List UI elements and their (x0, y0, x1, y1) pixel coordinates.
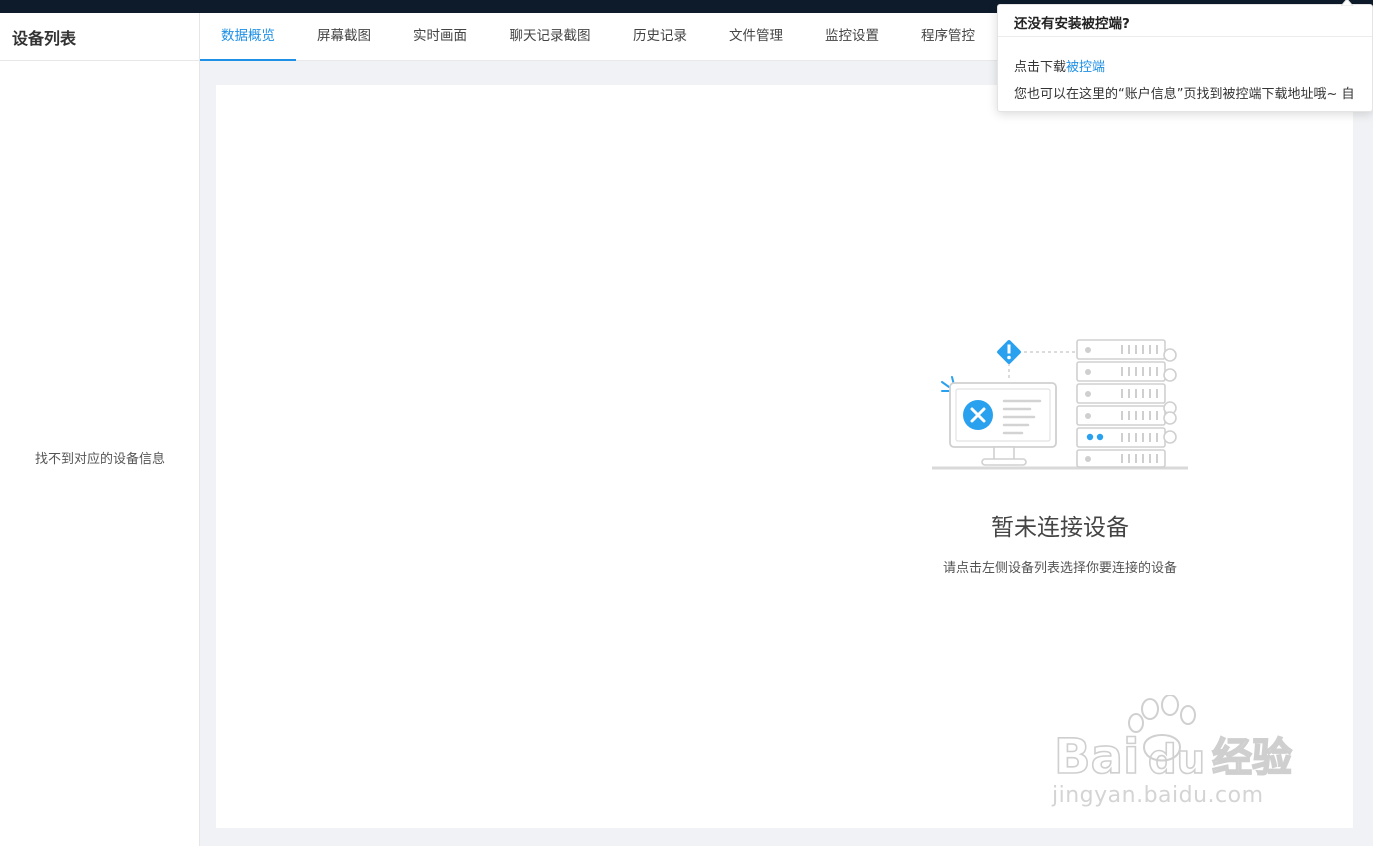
tab-data-overview[interactable]: 数据概览 (200, 13, 296, 61)
disconnected-device-illustration (932, 339, 1188, 470)
popover-download-prefix: 点击下载 (1014, 60, 1067, 75)
server-rack-icon (1076, 339, 1177, 468)
popover-account-hint-text: 您也可以在这里的“账户信息”页找到被控端下载地址哦~ (1014, 87, 1342, 102)
tab-screenshots[interactable]: 屏幕截图 (296, 13, 392, 61)
tab-file-manager[interactable]: 文件管理 (708, 13, 804, 61)
svg-text:du: du (1148, 737, 1205, 783)
watermark-url: jingyan.baidu.com (1052, 783, 1264, 808)
tab-monitor-settings[interactable]: 监控设置 (804, 13, 900, 61)
tab-history[interactable]: 历史记录 (612, 13, 708, 61)
warning-icon (997, 340, 1021, 364)
tab-chat-screenshots[interactable]: 聊天记录截图 (488, 13, 612, 61)
monitor-icon (949, 382, 1057, 466)
sidebar-empty-text: 找不到对应的设备信息 (34, 452, 165, 467)
popover-download-line: 点击下载被控端 (1014, 56, 1105, 75)
tab-program-control[interactable]: 程序管控 (900, 13, 996, 61)
tab-live-view[interactable]: 实时画面 (392, 13, 488, 61)
baidu-jingyan-watermark: Bai du 经验 jingyan.baidu.com (1052, 694, 1302, 815)
empty-state-subtitle: 请点击左侧设备列表选择你要连接的设备 (942, 561, 1177, 576)
popover-account-hint: 您也可以在这里的“账户信息”页找到被控端下载地址哦~ 自 (1014, 83, 1370, 102)
empty-state-title: 暂未连接设备 (991, 515, 1129, 541)
install-hint-popover: 还没有安装被控端? 点击下载被控端 您也可以在这里的“账户信息”页找到被控端下载… (997, 0, 1373, 112)
svg-text:经验: 经验 (1212, 735, 1292, 781)
sidebar-header: 设备列表 (0, 13, 199, 61)
download-client-link[interactable]: 被控端 (1066, 60, 1105, 75)
sidebar-title: 设备列表 (12, 28, 77, 48)
popover-arrow-icon (1341, 0, 1353, 6)
svg-text:Bai: Bai (1054, 729, 1139, 785)
popover-account-hint-trailing: 自 (1341, 87, 1355, 102)
popover-divider (998, 36, 1372, 37)
popover-title: 还没有安装被控端? (1014, 16, 1130, 32)
device-sidebar: 设备列表 找不到对应的设备信息 (0, 13, 200, 846)
